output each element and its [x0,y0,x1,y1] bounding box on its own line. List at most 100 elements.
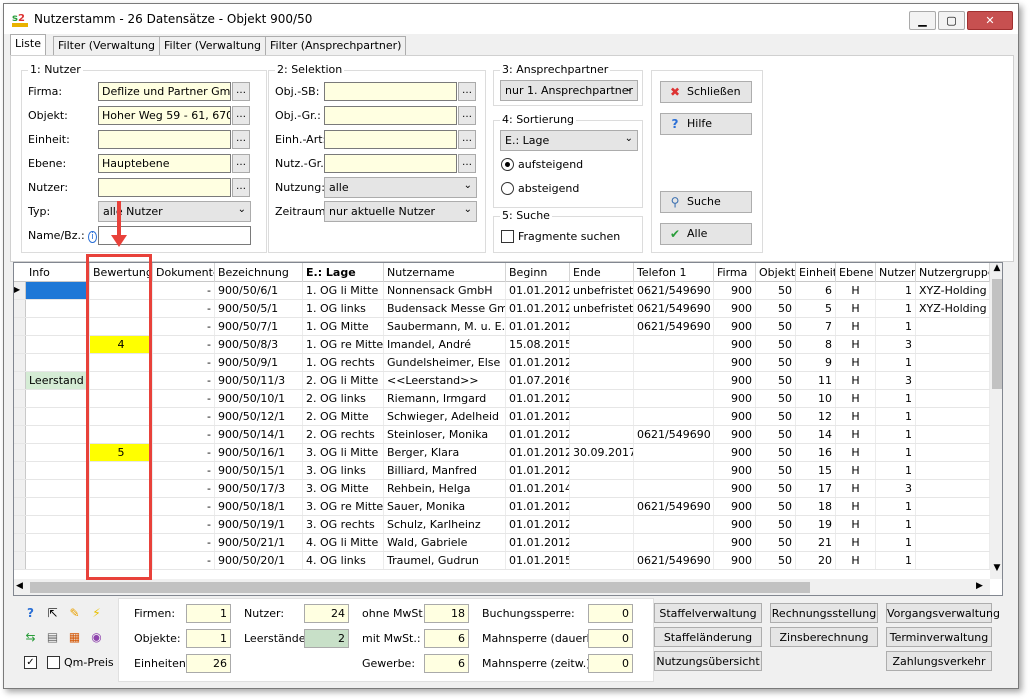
pencil-icon[interactable]: ✎ [66,605,83,622]
column-header[interactable]: Telefon 1 [634,263,714,282]
maximize-button[interactable]: ▢ [938,11,965,30]
objekt-field[interactable]: Hoher Weg 59 - 61, 67059 [98,106,231,125]
horizontal-scrollbar[interactable]: ◀ ▶ [14,579,990,595]
hscroll-thumb[interactable] [30,582,810,593]
column-header[interactable]: Nutzer [876,263,916,282]
nutzgr-browse-button[interactable]: … [458,154,476,173]
scroll-up-icon[interactable]: ▲ [990,263,1002,277]
column-header[interactable]: E.: Lage [303,263,384,282]
row-indicator[interactable] [14,516,26,533]
row-indicator[interactable] [14,444,26,461]
objgr-browse-button[interactable]: … [458,106,476,125]
nutzungsuebersicht-button[interactable]: Nutzungsübersicht [654,651,762,671]
ebene-browse-button[interactable]: … [232,154,250,173]
nutzer-field[interactable] [98,178,231,197]
hilfe-button[interactable]: ? Hilfe [660,113,752,135]
table-row[interactable]: -900/50/14/1 2. OG rechts Steinloser, Moni… [14,426,990,444]
zinsberechnung-button[interactable]: Zinsberechnung [770,627,878,647]
printer-icon[interactable]: ▤ [44,629,61,646]
table-row[interactable]: -900/50/19/1 3. OG rechts Schulz, Karlhein… [14,516,990,534]
table-row[interactable]: -900/50/10/1 2. OG links Riemann, Irmgard 0… [14,390,990,408]
nutzer-browse-button[interactable]: … [232,178,250,197]
einhart-browse-button[interactable]: … [458,130,476,149]
ebene-field[interactable]: Hauptebene [98,154,231,173]
scroll-down-icon[interactable]: ▼ [990,563,1002,577]
aufsteigend-radio[interactable] [501,158,514,171]
sortierung-select[interactable]: E.: Lage ⌄ [500,130,638,151]
absteigend-radio[interactable] [501,182,514,195]
table-row[interactable]: -900/50/21/1 4. OG li Mitte Wald, Gabriele… [14,534,990,552]
close-button[interactable]: ✕ [967,11,1013,30]
vorgangsverwaltung-button[interactable]: Vorgangsverwaltung [886,603,1000,623]
table-row[interactable]: -900/50/17/3 3. OG Mitte Rehbein, Helga 01.… [14,480,990,498]
toggle-checkbox[interactable]: ✓ [24,656,37,669]
row-indicator[interactable] [14,300,26,317]
table-row[interactable]: -900/50/15/1 3. OG links Billiard, Manfred… [14,462,990,480]
einhart-field[interactable] [324,130,457,149]
row-indicator[interactable] [14,372,26,389]
nutzung-select[interactable]: alle ⌄ [324,177,477,198]
scroll-left-icon[interactable]: ◀ [16,581,23,591]
column-header[interactable]: Firma [714,263,756,282]
column-header[interactable]: Objekt [756,263,796,282]
table-row[interactable]: -900/50/5/1 1. OG links Budensack Messe Gm… [14,300,990,318]
column-header[interactable]: Ebene [836,263,876,282]
tab-liste[interactable]: Liste [10,34,46,55]
column-header[interactable]: Nutzername [384,263,506,282]
zahlungsverkehr-button[interactable]: Zahlungsverkehr [886,651,992,671]
row-indicator[interactable] [14,426,26,443]
einheit-browse-button[interactable]: … [232,130,250,149]
tab-filter-verwaltung-1[interactable]: Filter (Verwaltung 1) [53,36,175,55]
table-row[interactable]: 5-900/50/16/1 3. OG li Mitte Berger, Klara… [14,444,990,462]
firma-field[interactable]: Deflize und Partner GmbH [98,82,231,101]
qmpreis-checkbox[interactable] [47,656,60,669]
table-row[interactable]: -900/50/12/1 2. OG Mitte Schwieger, Adelhe… [14,408,990,426]
refresh-icon[interactable]: ⇆ [22,629,39,646]
table-row[interactable]: -900/50/9/1 1. OG rechts Gundelsheimer, El… [14,354,990,372]
tab-filter-verwaltung-2[interactable]: Filter (Verwaltung 2) [159,36,281,55]
vertical-scrollbar[interactable]: ▲ ▼ [990,263,1002,579]
colors-icon[interactable]: ◉ [88,629,105,646]
suche-button[interactable]: ⚲ Suche [660,191,752,213]
ansprechpartner-select[interactable]: nur 1. Ansprechpartner ⌄ [500,80,638,101]
row-indicator[interactable] [14,534,26,551]
terminverwaltung-button[interactable]: Terminverwaltung [886,627,992,647]
row-indicator[interactable] [14,408,26,425]
table-row[interactable]: -900/50/7/1 1. OG Mitte Saubermann, M. u. … [14,318,990,336]
column-header[interactable]: Nutzergruppe [916,263,990,282]
staffelverwaltung-button[interactable]: Staffelverwaltung [654,603,762,623]
einheit-field[interactable] [98,130,231,149]
help-icon[interactable]: ? [22,605,39,622]
fragmente-checkbox[interactable] [501,230,514,243]
row-indicator[interactable]: ▶ [14,282,26,299]
tab-filter-ansprechpartner[interactable]: Filter (Ansprechpartner) [265,36,407,55]
export-icon[interactable]: ▦ [66,629,83,646]
firma-browse-button[interactable]: … [232,82,250,101]
row-indicator[interactable] [14,480,26,497]
objekt-browse-button[interactable]: … [232,106,250,125]
row-indicator[interactable] [14,336,26,353]
row-indicator[interactable] [14,498,26,515]
nutzer-table[interactable]: Info Bewertung Dokumente Bezeichnung E.: Lag… [13,262,1003,596]
column-header[interactable]: Beginn [506,263,570,282]
column-header[interactable]: Info [26,263,90,282]
column-header[interactable]: Dokumente [153,263,215,282]
scroll-right-icon[interactable]: ▶ [976,581,983,591]
table-row[interactable]: -900/50/18/1 3. OG re Mitte Sauer, Monika 0… [14,498,990,516]
rechnungsstellung-button[interactable]: Rechnungsstellung [770,603,878,623]
lightning-icon[interactable]: ⚡ [88,605,105,622]
row-indicator[interactable] [14,390,26,407]
objsb-field[interactable] [324,82,457,101]
staffelaenderung-button[interactable]: Staffeländerung [654,627,762,647]
objgr-field[interactable] [324,106,457,125]
column-header[interactable]: Einheit [796,263,836,282]
table-row[interactable]: -900/50/20/1 4. OG links Traumel, Gudrun 01… [14,552,990,570]
row-indicator[interactable] [14,552,26,569]
row-indicator[interactable] [14,462,26,479]
table-row[interactable]: ▶ -900/50/6/1 1. OG li Mitte Nonnensack Gmb… [14,282,990,300]
row-indicator[interactable] [14,318,26,335]
minimize-button[interactable]: ▁ [909,11,936,30]
schliessen-button[interactable]: ✖ Schließen [660,81,752,103]
column-header[interactable]: Bezeichnung [215,263,303,282]
zeitraum-select[interactable]: nur aktuelle Nutzer ⌄ [324,201,477,222]
